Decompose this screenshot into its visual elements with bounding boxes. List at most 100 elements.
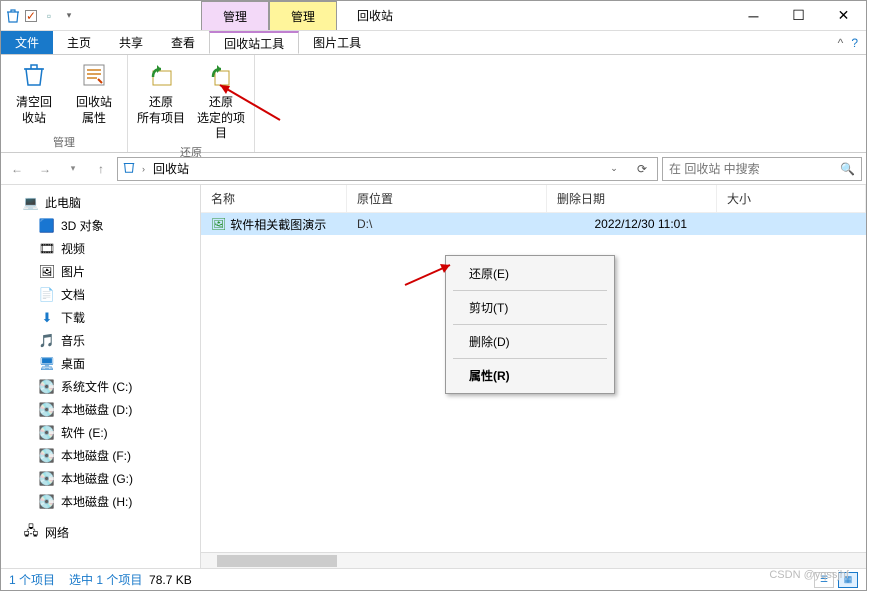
drive-icon: 💽 bbox=[39, 425, 55, 441]
empty-recycle-icon bbox=[18, 59, 50, 91]
ctx-properties[interactable]: 属性(R) bbox=[449, 361, 611, 390]
qat-doc-icon[interactable]: ▫ bbox=[41, 8, 57, 24]
restore-all-label: 还原 所有项目 bbox=[137, 95, 185, 126]
this-pc-icon: 💻 bbox=[23, 195, 39, 211]
maximize-button[interactable]: ☐ bbox=[776, 1, 821, 30]
qat-dropdown-icon[interactable]: ▾ bbox=[61, 8, 77, 24]
window-title: 回收站 bbox=[337, 1, 413, 30]
ctx-restore[interactable]: 还原(E) bbox=[449, 259, 611, 288]
network-icon: 🖧 bbox=[23, 525, 39, 541]
sidebar-item-desktop[interactable]: 🖥桌面 bbox=[1, 352, 200, 375]
recycle-bin-icon bbox=[5, 8, 21, 24]
pictures-icon: 🖼 bbox=[39, 264, 55, 280]
file-row[interactable]: 🖼 软件相关截图演示 D:\ 2022/12/30 11:01 bbox=[201, 213, 866, 235]
drive-icon: 💽 bbox=[39, 448, 55, 464]
tab-image-tools[interactable]: 图片工具 bbox=[299, 31, 375, 54]
tab-file[interactable]: 文件 bbox=[1, 31, 53, 54]
props-icon bbox=[78, 59, 110, 91]
close-button[interactable]: ✕ bbox=[821, 1, 866, 30]
tab-home[interactable]: 主页 bbox=[53, 31, 105, 54]
sidebar-item-drive-f[interactable]: 💽 本地磁盘 (F:) bbox=[1, 444, 200, 467]
col-original-location[interactable]: 原位置 bbox=[347, 185, 547, 212]
minimize-button[interactable]: ─ bbox=[731, 1, 776, 30]
restore-selected-icon bbox=[205, 59, 237, 91]
contextual-tabs: 管理 管理 bbox=[201, 1, 337, 30]
quick-access-toolbar: ✓ ▫ ▾ bbox=[1, 1, 81, 30]
drive-icon: 💽 bbox=[39, 379, 55, 395]
recycle-props-button[interactable]: 回收站 属性 bbox=[69, 59, 119, 132]
restore-all-icon bbox=[145, 59, 177, 91]
sidebar-item-this-pc[interactable]: 💻 此电脑 bbox=[1, 191, 200, 214]
sidebar-item-documents[interactable]: 📄 文档 bbox=[1, 283, 200, 306]
sidebar-item-drive-d[interactable]: 💽本地磁盘 (D:) bbox=[1, 398, 200, 421]
tab-view[interactable]: 查看 bbox=[157, 31, 209, 54]
search-box[interactable]: 🔍 bbox=[662, 157, 862, 181]
ctx-delete[interactable]: 删除(D) bbox=[449, 327, 611, 356]
sidebar-label: 文档 bbox=[61, 286, 85, 303]
sidebar-label-this-pc: 此电脑 bbox=[45, 194, 81, 211]
col-date-deleted[interactable]: 删除日期 bbox=[547, 185, 717, 212]
breadcrumb-sep-icon[interactable]: › bbox=[142, 164, 145, 174]
ctx-separator bbox=[453, 290, 607, 291]
sidebar-item-music[interactable]: 🎵音乐 bbox=[1, 329, 200, 352]
sidebar-label: 图片 bbox=[61, 263, 85, 280]
empty-recycle-button[interactable]: 清空回 收站 bbox=[9, 59, 59, 132]
sidebar-item-videos[interactable]: 🎞视频 bbox=[1, 237, 200, 260]
restore-selected-label: 还原 选定的项目 bbox=[196, 95, 246, 142]
file-original-location: D:\ bbox=[347, 217, 547, 231]
empty-recycle-label: 清空回 收站 bbox=[16, 95, 52, 126]
address-dropdown-icon[interactable]: ⌄ bbox=[603, 163, 625, 174]
sidebar-label: 下载 bbox=[61, 309, 85, 326]
sidebar-label: 3D 对象 bbox=[61, 217, 104, 234]
sidebar-item-drive-g[interactable]: 💽本地磁盘 (G:) bbox=[1, 467, 200, 490]
sidebar-label: 本地磁盘 (F:) bbox=[61, 447, 131, 464]
nav-back-button[interactable]: ← bbox=[5, 157, 29, 181]
tab-recycle-tools[interactable]: 回收站工具 bbox=[209, 31, 299, 54]
sidebar-label: 本地磁盘 (D:) bbox=[61, 401, 132, 418]
watermark: CSDN @yqssjhf bbox=[769, 569, 849, 581]
sidebar-item-drive-h[interactable]: 💽本地磁盘 (H:) bbox=[1, 490, 200, 513]
nav-recent-button[interactable]: ▾ bbox=[61, 157, 85, 181]
sidebar-label: 本地磁盘 (G:) bbox=[61, 470, 133, 487]
col-size[interactable]: 大小 bbox=[717, 185, 866, 212]
nav-up-button[interactable]: ↑ bbox=[89, 157, 113, 181]
ribbon-collapse-icon[interactable]: ^ bbox=[838, 36, 844, 50]
ribbon-tab-strip: 文件 主页 共享 查看 回收站工具 图片工具 ^ ? bbox=[1, 31, 866, 55]
sidebar-item-downloads[interactable]: ⬇ 下载 bbox=[1, 306, 200, 329]
qat-checkbox-icon[interactable]: ✓ bbox=[25, 10, 37, 22]
ctx-cut[interactable]: 剪切(T) bbox=[449, 293, 611, 322]
ribbon-group-manage: 清空回 收站 回收站 属性 管理 bbox=[1, 55, 128, 152]
tab-share[interactable]: 共享 bbox=[105, 31, 157, 54]
address-bar[interactable]: › 回收站 ⌄ ⟳ bbox=[117, 157, 658, 181]
ribbon-group-manage-label: 管理 bbox=[9, 132, 119, 150]
sidebar-item-network[interactable]: 🖧 网络 bbox=[1, 521, 200, 544]
sidebar-item-drive-e[interactable]: 💽软件 (E:) bbox=[1, 421, 200, 444]
ctx-separator bbox=[453, 358, 607, 359]
breadcrumb-location[interactable]: 回收站 bbox=[151, 160, 191, 177]
restore-selected-button[interactable]: 还原 选定的项目 bbox=[196, 59, 246, 142]
documents-icon: 📄 bbox=[39, 287, 55, 303]
help-icon[interactable]: ? bbox=[851, 36, 858, 50]
nav-forward-button[interactable]: → bbox=[33, 157, 57, 181]
ribbon: 清空回 收站 回收站 属性 管理 还原 所有项目 bbox=[1, 55, 866, 153]
col-name[interactable]: 名称 bbox=[201, 185, 347, 212]
restore-all-button[interactable]: 还原 所有项目 bbox=[136, 59, 186, 142]
ctx-tab-manage-2[interactable]: 管理 bbox=[269, 1, 337, 30]
ribbon-group-restore: 还原 所有项目 还原 选定的项目 还原 bbox=[128, 55, 255, 152]
horizontal-scrollbar[interactable] bbox=[201, 552, 866, 568]
refresh-icon[interactable]: ⟳ bbox=[631, 162, 653, 176]
sidebar-item-drive-c[interactable]: 💽系统文件 (C:) bbox=[1, 375, 200, 398]
sidebar-item-3d[interactable]: 🟦3D 对象 bbox=[1, 214, 200, 237]
search-input[interactable] bbox=[669, 162, 840, 176]
downloads-icon: ⬇ bbox=[39, 310, 55, 326]
videos-icon: 🎞 bbox=[39, 241, 55, 257]
sidebar-item-pictures[interactable]: 🖼 图片 bbox=[1, 260, 200, 283]
ctx-tab-manage-1[interactable]: 管理 bbox=[201, 1, 269, 30]
scrollbar-thumb[interactable] bbox=[217, 555, 337, 567]
search-icon[interactable]: 🔍 bbox=[840, 162, 855, 176]
ctx-separator bbox=[453, 324, 607, 325]
nav-tree[interactable]: 💻 此电脑 🟦3D 对象 🎞视频 🖼 图片 📄 文档 ⬇ 下载 🎵音乐 🖥桌面 💽系统… bbox=[1, 185, 201, 568]
desktop-icon: 🖥 bbox=[39, 356, 55, 372]
file-name: 软件相关截图演示 bbox=[230, 216, 326, 233]
music-icon: 🎵 bbox=[39, 333, 55, 349]
